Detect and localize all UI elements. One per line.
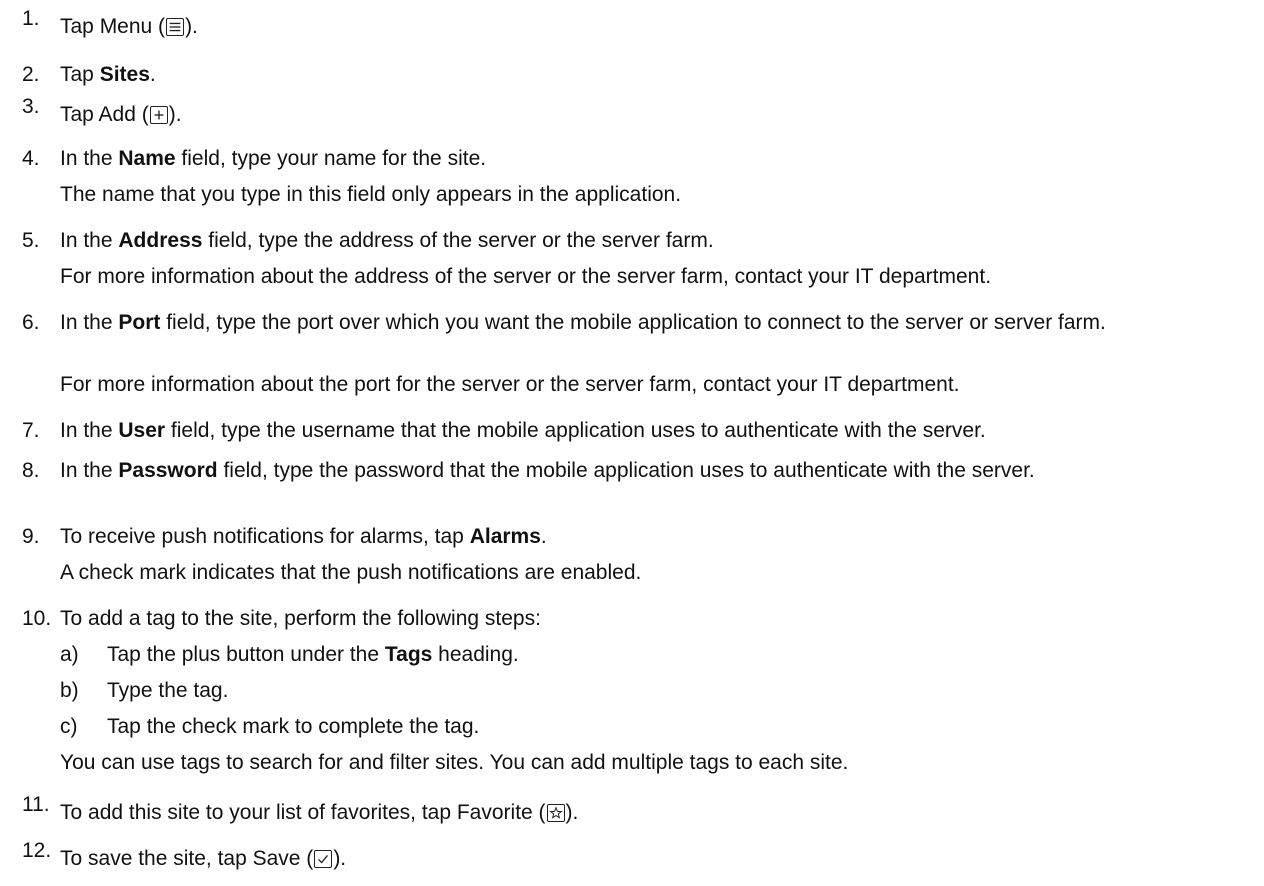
step-text: In the User field, type the username tha… [60,419,986,442]
step-text: In the Password field, type the password… [60,459,1035,482]
step-number: 9. [22,525,40,548]
substep-text: Tap the plus button under the Tags headi… [107,643,519,666]
step-text: In the Port field, type the port over wh… [60,311,1106,334]
step-text: In the Name field, type your name for th… [60,147,487,170]
save-icon [314,850,333,868]
step-number: 12. [22,839,52,862]
step-number: 1. [22,7,40,30]
step-number: 10. [22,607,52,630]
step-note: The name that you type in this field onl… [60,183,682,206]
favorite-icon [546,804,565,822]
substep-text: Type the tag. [107,679,229,702]
step-number: 4. [22,147,40,170]
step-text: Tap Sites. [60,63,156,86]
step-text: To add this site to your list of favorit… [60,801,579,824]
add-icon [149,106,168,124]
step-note: A check mark indicates that the push not… [60,561,642,584]
step-text: To receive push notifications for alarms… [60,525,547,548]
substep-text: Tap the check mark to complete the tag. [107,715,480,738]
step-note: For more information about the address o… [60,265,992,288]
substep-letter: a) [60,643,79,666]
step-note: For more information about the port for … [60,373,960,396]
step-number: 8. [22,459,40,482]
step-text: Tap Add (). [60,103,182,126]
step-note: You can use tags to search for and filte… [60,751,849,774]
step-number: 2. [22,63,40,86]
substep-letter: b) [60,679,79,702]
step-number: 7. [22,419,40,442]
instruction-document: 1. Tap Menu (). 2. Tap Sites. 3. Tap Add… [0,0,1264,886]
menu-icon [166,18,185,36]
step-text: In the Address field, type the address o… [60,229,714,252]
step-number: 5. [22,229,40,252]
step-number: 11. [22,793,50,816]
step-number: 6. [22,311,40,334]
step-text: To save the site, tap Save (). [60,847,347,870]
step-number: 3. [22,95,40,118]
substep-letter: c) [60,715,78,738]
step-text: To add a tag to the site, perform the fo… [60,607,541,630]
step-text: Tap Menu (). [60,15,198,38]
